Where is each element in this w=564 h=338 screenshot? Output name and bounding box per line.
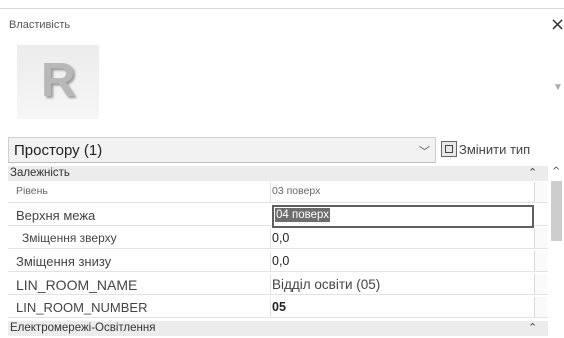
row-scroll-cell [534,297,547,317]
property-value[interactable]: 03 поверх [272,185,320,197]
property-value[interactable]: Відділ освіти (05) [272,277,380,292]
row-scroll-cell [534,251,547,271]
column-divider [270,182,271,202]
top-divider [0,8,564,9]
property-name: Рівень [16,185,48,197]
close-icon[interactable]: × [550,16,564,34]
column-divider [270,228,271,248]
chevrons-up-icon[interactable]: ⌃ [528,321,537,334]
property-name: LIN_ROOM_NAME [16,277,138,293]
scroll-up-icon[interactable]: ^ [552,166,560,177]
property-row-room-number[interactable]: LIN_ROOM_NUMBER 05 [8,297,548,318]
row-scroll-cell [534,182,547,202]
section-title: Залежність [10,167,70,179]
type-selector-dropdown[interactable]: Простору (1) ﹀ [8,137,436,163]
property-name: LIN_ROOM_NUMBER [16,300,148,315]
selected-value-text: 04 поверх [275,208,331,222]
section-title: Електромережі-Освітлення [10,322,156,334]
chevron-down-icon[interactable]: ﹀ [419,143,430,159]
column-divider [270,297,271,317]
property-name: Зміщення знизу [16,254,112,269]
property-name: Верхня межа [16,208,96,223]
vertical-scrollbar-thumb[interactable] [551,181,562,241]
row-scroll-cell [534,274,547,294]
property-row-upper-limit[interactable]: Верхня межа 04 поверх [8,205,548,228]
property-row-level[interactable]: Рівень 03 поверх [8,182,548,203]
row-scroll-cell [534,228,547,248]
property-row-bottom-offset[interactable]: Зміщення знизу 0,0 [8,251,548,272]
section-header-electrical-lighting[interactable]: Електромережі-Освітлення ⌃ [8,321,548,336]
upper-limit-input[interactable]: 04 поверх [272,205,534,228]
edit-type-label: Змінити тип [459,141,531,157]
type-selector-value: Простору (1) [14,142,103,159]
type-preview-image: R [17,45,99,119]
edit-type-icon [441,141,457,157]
property-value[interactable]: 05 [272,300,286,314]
preview-dropdown-icon[interactable]: ▼ [553,82,563,93]
column-divider [270,251,271,271]
property-value[interactable]: 0,0 [272,231,289,245]
chevrons-up-icon[interactable]: ⌃ [528,166,537,179]
edit-type-button[interactable]: Змінити тип [441,139,530,159]
property-row-room-name[interactable]: LIN_ROOM_NAME Відділ освіти (05) [8,274,548,295]
section-header-constraints[interactable]: Залежність ⌃ [8,166,548,181]
panel-title: Властивість [9,19,71,31]
property-value[interactable]: 0,0 [272,254,289,268]
revit-logo-icon: R [41,54,76,107]
property-name: Зміщення зверху [22,231,117,245]
column-divider [270,274,271,294]
property-row-top-offset[interactable]: Зміщення зверху 0,0 [8,228,548,249]
